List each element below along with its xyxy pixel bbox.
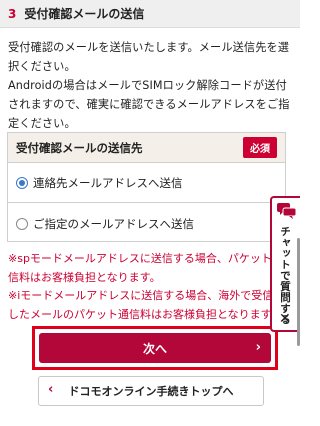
intro-text: 受付確認のメールを送信いたします。メール送信先を選 択ください。 Android… — [8, 38, 293, 133]
top-button-label: ドコモオンライン手続きトップへ — [68, 385, 234, 398]
option-specified-email[interactable]: ご指定のメールアドレスへ送信 — [8, 204, 285, 244]
section-title: 受付確認メールの送信 — [24, 7, 145, 21]
next-button-label: 次へ — [142, 341, 167, 356]
radio-selected-icon[interactable] — [16, 176, 28, 189]
scrollbar[interactable] — [297, 238, 300, 346]
option-label: 連絡先メールアドレスへ送信 — [33, 175, 183, 190]
chat-tab[interactable]: チャットで質問する ✕ — [270, 196, 300, 332]
notes: ※spモードメールアドレスに送信する場合、パケット通 信料はお客様負担となります… — [8, 250, 293, 324]
intro-line: Androidの場合はメールでSIMロック解除コードが送付 — [8, 79, 287, 92]
intro-line: 択ください。 — [8, 60, 76, 73]
required-badge: 必須 — [243, 137, 277, 158]
note-line: ※spモードメールアドレスに送信する場合、パケット通 — [8, 252, 283, 265]
option-contact-email[interactable]: 連絡先メールアドレスへ送信 — [8, 163, 285, 203]
note-line: ※iモードメールアドレスに送信する場合、海外で受信 — [8, 289, 274, 302]
destination-panel: 受付確認メールの送信先 必須 連絡先メールアドレスへ送信 ご指定のメールアドレス… — [7, 132, 286, 242]
close-icon[interactable]: ✕ — [279, 312, 291, 326]
chat-bubble-icon — [277, 203, 296, 219]
chevron-right-icon: › — [255, 340, 261, 355]
radio-unselected-icon[interactable] — [16, 218, 28, 230]
next-button[interactable]: 次へ › — [39, 333, 271, 363]
destination-label: 受付確認メールの送信先 — [16, 140, 143, 155]
intro-line: 受付確認のメールを送信いたします。メール送信先を選 — [8, 41, 290, 54]
option-label: ご指定のメールアドレスへ送信 — [33, 217, 194, 231]
note-line: 信料はお客様負担となります。 — [8, 270, 161, 284]
section-number: 3 — [8, 6, 17, 21]
chevron-left-icon: ‹ — [48, 382, 54, 397]
destination-header: 受付確認メールの送信先 必須 — [8, 133, 285, 163]
note-line: したメールのパケット通信料はお客様負担となります。 — [8, 307, 282, 321]
intro-line: されますので、確実に確認できるメールアドレスをご指 — [8, 98, 290, 111]
section-header: 3 受付確認メールの送信 — [0, 0, 300, 28]
intro-line: 定ください。 — [8, 117, 76, 130]
docomo-online-top-button[interactable]: ‹ ドコモオンライン手続きトップへ — [38, 376, 264, 406]
next-button-highlight: 次へ › — [32, 326, 278, 370]
